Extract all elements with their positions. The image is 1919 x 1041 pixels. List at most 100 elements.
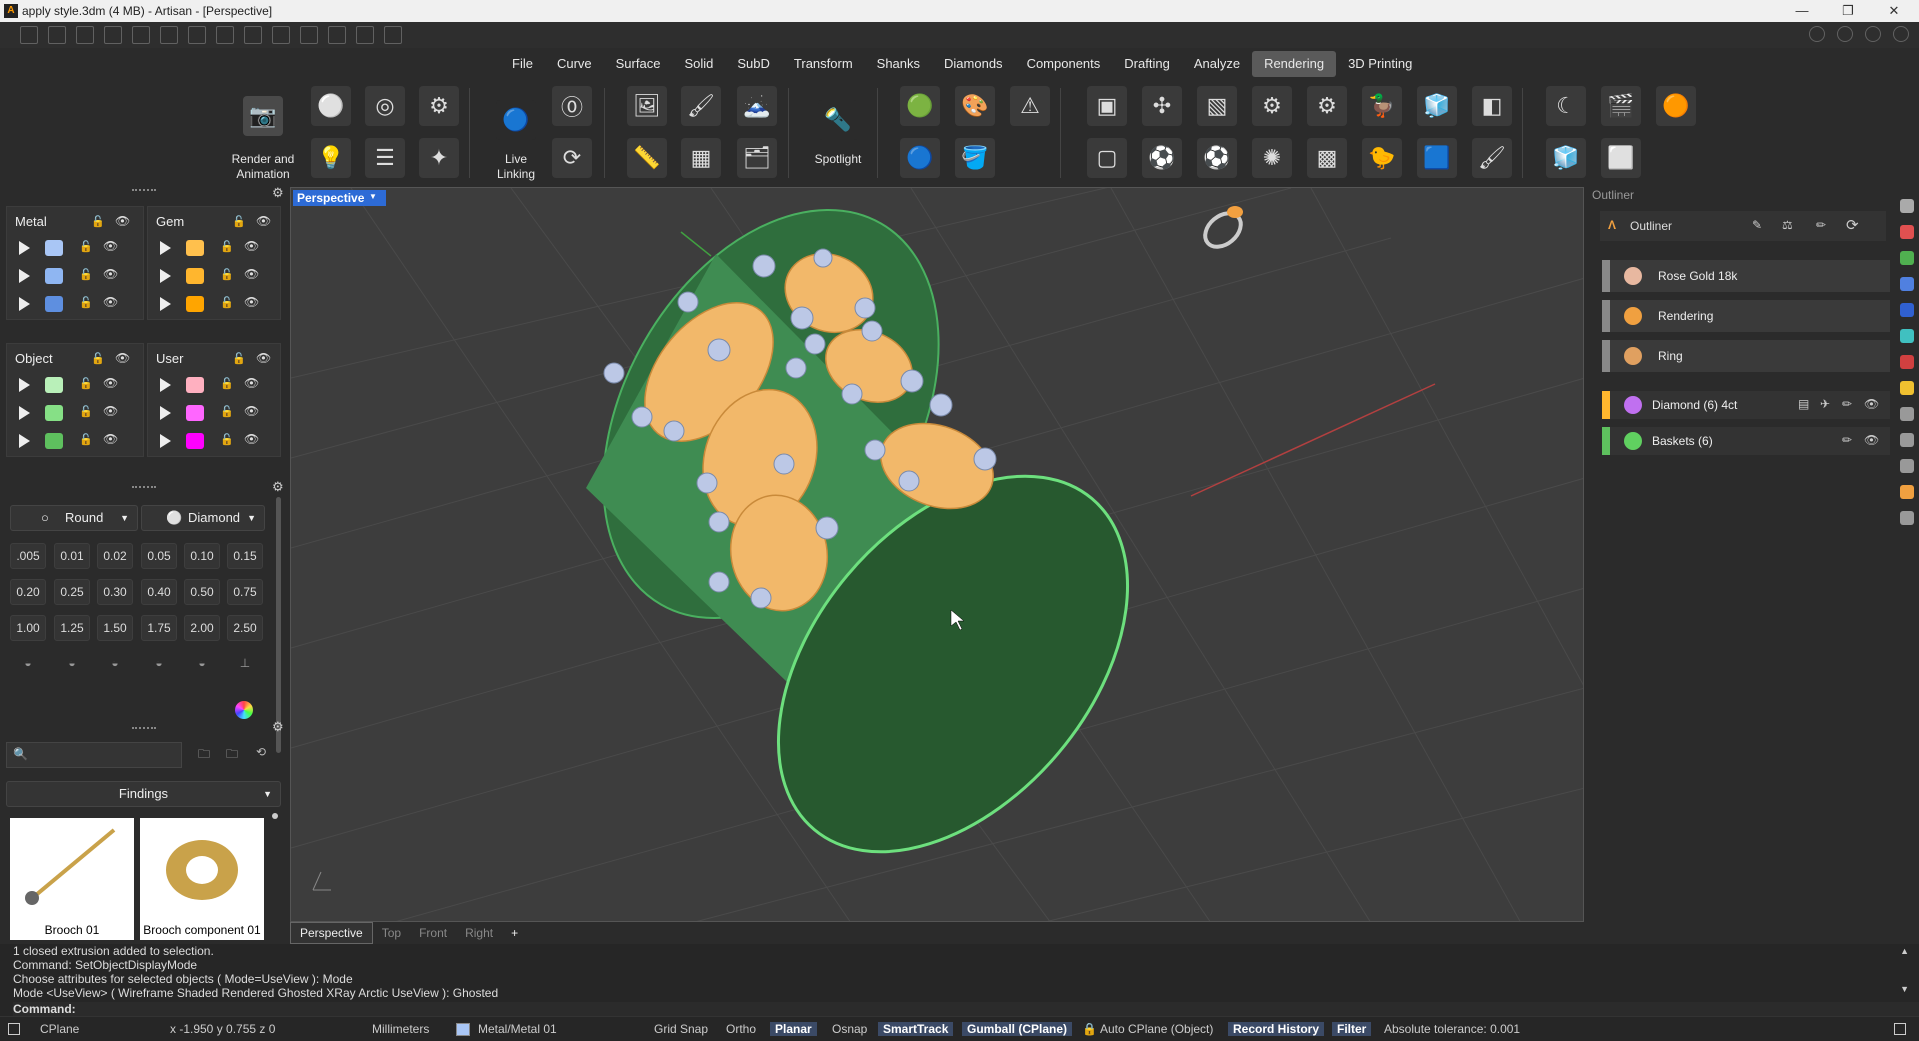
- history-icon[interactable]: [1900, 407, 1914, 421]
- live-linking-icon[interactable]: 🔵: [496, 100, 536, 140]
- render-animation-label[interactable]: Render and Animation: [225, 152, 301, 182]
- focus-icon[interactable]: ◎: [365, 86, 405, 126]
- gem-size-button[interactable]: 0.02: [97, 543, 133, 569]
- play-icon[interactable]: [160, 269, 171, 283]
- library-category-dropdown[interactable]: Findings ▼: [6, 781, 281, 807]
- menu-rendering[interactable]: Rendering: [1252, 51, 1337, 77]
- gear-icon[interactable]: ⚙: [272, 479, 284, 495]
- eye-icon[interactable]: 👁: [103, 432, 118, 446]
- spotlight-icon[interactable]: 🔦: [818, 100, 858, 140]
- menu-surface[interactable]: Surface: [604, 51, 673, 77]
- eye-icon[interactable]: 👁: [103, 376, 118, 390]
- play-icon[interactable]: [19, 297, 30, 311]
- eye-icon[interactable]: 👁: [256, 351, 271, 365]
- brush-icon[interactable]: 🖌: [1472, 138, 1512, 178]
- tab-front[interactable]: Front: [410, 923, 456, 943]
- teal-cube-icon[interactable]: 🧊: [1546, 138, 1586, 178]
- layer-color-swatch[interactable]: [45, 405, 63, 421]
- folder-icon[interactable]: 🗀: [198, 745, 210, 766]
- render-icon[interactable]: [1900, 355, 1914, 369]
- layer-color-swatch[interactable]: [45, 268, 63, 284]
- smarttrack-toggle[interactable]: SmartTrack: [878, 1022, 954, 1036]
- white-cube-icon[interactable]: ⬜: [1601, 138, 1641, 178]
- library-item-thumbnail[interactable]: [10, 818, 134, 920]
- layer-color-swatch[interactable]: [45, 296, 63, 312]
- library-search-input[interactable]: 🔍: [6, 742, 182, 768]
- bird-icon[interactable]: ✈: [1820, 397, 1830, 411]
- library-item-label[interactable]: Brooch 01: [10, 920, 134, 940]
- gem-size-button[interactable]: .005: [10, 543, 46, 569]
- pin-icon[interactable]: [1900, 433, 1914, 447]
- play-icon[interactable]: [19, 434, 30, 448]
- library-item-label[interactable]: Brooch component 01: [140, 920, 264, 940]
- eye-icon[interactable]: 👁: [256, 214, 271, 228]
- ground-icon[interactable]: 📏: [627, 138, 667, 178]
- checker-icon[interactable]: ▦: [681, 138, 721, 178]
- stripes-icon[interactable]: ▧: [1197, 86, 1237, 126]
- eye-icon[interactable]: 👁: [103, 267, 118, 281]
- gem-size-button[interactable]: 0.25: [54, 579, 90, 605]
- gem-size-button[interactable]: 0.20: [10, 579, 46, 605]
- tab-right[interactable]: Right: [456, 923, 502, 943]
- gem-size-button[interactable]: 1.75: [141, 615, 177, 641]
- grid-snap-toggle[interactable]: Grid Snap: [654, 1022, 708, 1036]
- gem-size-button[interactable]: 0.30: [97, 579, 133, 605]
- chevron-down-icon[interactable]: ▼: [369, 192, 379, 204]
- eye-icon[interactable]: 👁: [244, 376, 259, 390]
- gem-size-button[interactable]: 0.50: [184, 579, 220, 605]
- menu-subd[interactable]: SubD: [725, 51, 782, 77]
- new-template-icon[interactable]: [48, 26, 66, 44]
- cut-oval-icon[interactable]: ◒: [97, 651, 133, 677]
- play-icon[interactable]: [160, 241, 171, 255]
- outliner-tab-icon[interactable]: [1900, 511, 1914, 525]
- outliner-item[interactable]: Rendering: [1602, 300, 1890, 332]
- layer-color-swatch[interactable]: [186, 405, 204, 421]
- play-icon[interactable]: [160, 434, 171, 448]
- menu-curve[interactable]: Curve: [545, 51, 604, 77]
- live-linking-label[interactable]: Live Linking: [486, 152, 546, 182]
- render-sphere-icon[interactable]: ⚪: [311, 86, 351, 126]
- help-icon[interactable]: [1865, 26, 1881, 42]
- add-viewport-button[interactable]: +: [502, 923, 527, 943]
- panel-grip[interactable]: [132, 486, 156, 490]
- play-icon[interactable]: [19, 269, 30, 283]
- menu-shanks[interactable]: Shanks: [865, 51, 932, 77]
- duck-icon[interactable]: 🦆: [1362, 86, 1402, 126]
- open-folder-icon[interactable]: [104, 26, 122, 44]
- shadow-box-icon[interactable]: ◧: [1472, 86, 1512, 126]
- red-gears-icon[interactable]: ✺: [1252, 138, 1292, 178]
- film-icon[interactable]: 🎬: [1601, 86, 1641, 126]
- eye-icon[interactable]: 👁: [115, 214, 130, 228]
- command-prompt[interactable]: Command:: [13, 1002, 76, 1016]
- balance-icon[interactable]: ⚖: [1782, 218, 1793, 232]
- lock-icon[interactable]: 🔓: [79, 240, 93, 253]
- scroll-dot[interactable]: [272, 813, 278, 819]
- light-bulb-icon[interactable]: 💡: [311, 138, 351, 178]
- material-palette-icon[interactable]: 🎨: [955, 86, 995, 126]
- select-tool-icon[interactable]: [300, 26, 318, 44]
- spotlight-label[interactable]: Spotlight: [808, 152, 868, 167]
- redo-icon[interactable]: [160, 26, 178, 44]
- gem-material-dropdown[interactable]: ⚪ Diamond ▼: [141, 505, 265, 531]
- play-icon[interactable]: [160, 406, 171, 420]
- orange-ball-icon[interactable]: 🟠: [1656, 86, 1696, 126]
- gear-icon[interactable]: ⚙: [272, 185, 284, 201]
- gear-icon[interactable]: [1900, 199, 1914, 213]
- lock-icon[interactable]: 🔓: [91, 352, 105, 365]
- edit-icon[interactable]: ✏: [1816, 218, 1826, 232]
- cplane-label[interactable]: CPlane: [40, 1022, 79, 1036]
- lock-icon[interactable]: 🔓: [220, 377, 234, 390]
- tab-top[interactable]: Top: [373, 923, 410, 943]
- color-icon[interactable]: [1900, 381, 1914, 395]
- layer-swatch[interactable]: [456, 1023, 470, 1036]
- settings-tool-icon[interactable]: [384, 26, 402, 44]
- eye-icon[interactable]: 👁: [1864, 397, 1879, 411]
- lock-icon[interactable]: 🔓: [91, 215, 105, 228]
- play-icon[interactable]: [160, 378, 171, 392]
- save-icon[interactable]: [188, 26, 206, 44]
- outliner-item[interactable]: Diamond (6) 4ct ▤ ✈ ✏ 👁: [1602, 391, 1890, 419]
- soccer-ball-icon[interactable]: ⚽: [1142, 138, 1182, 178]
- eye-icon[interactable]: 👁: [244, 239, 259, 253]
- properties-icon[interactable]: [1900, 225, 1914, 239]
- link-settings-icon[interactable]: ⓪: [552, 86, 592, 126]
